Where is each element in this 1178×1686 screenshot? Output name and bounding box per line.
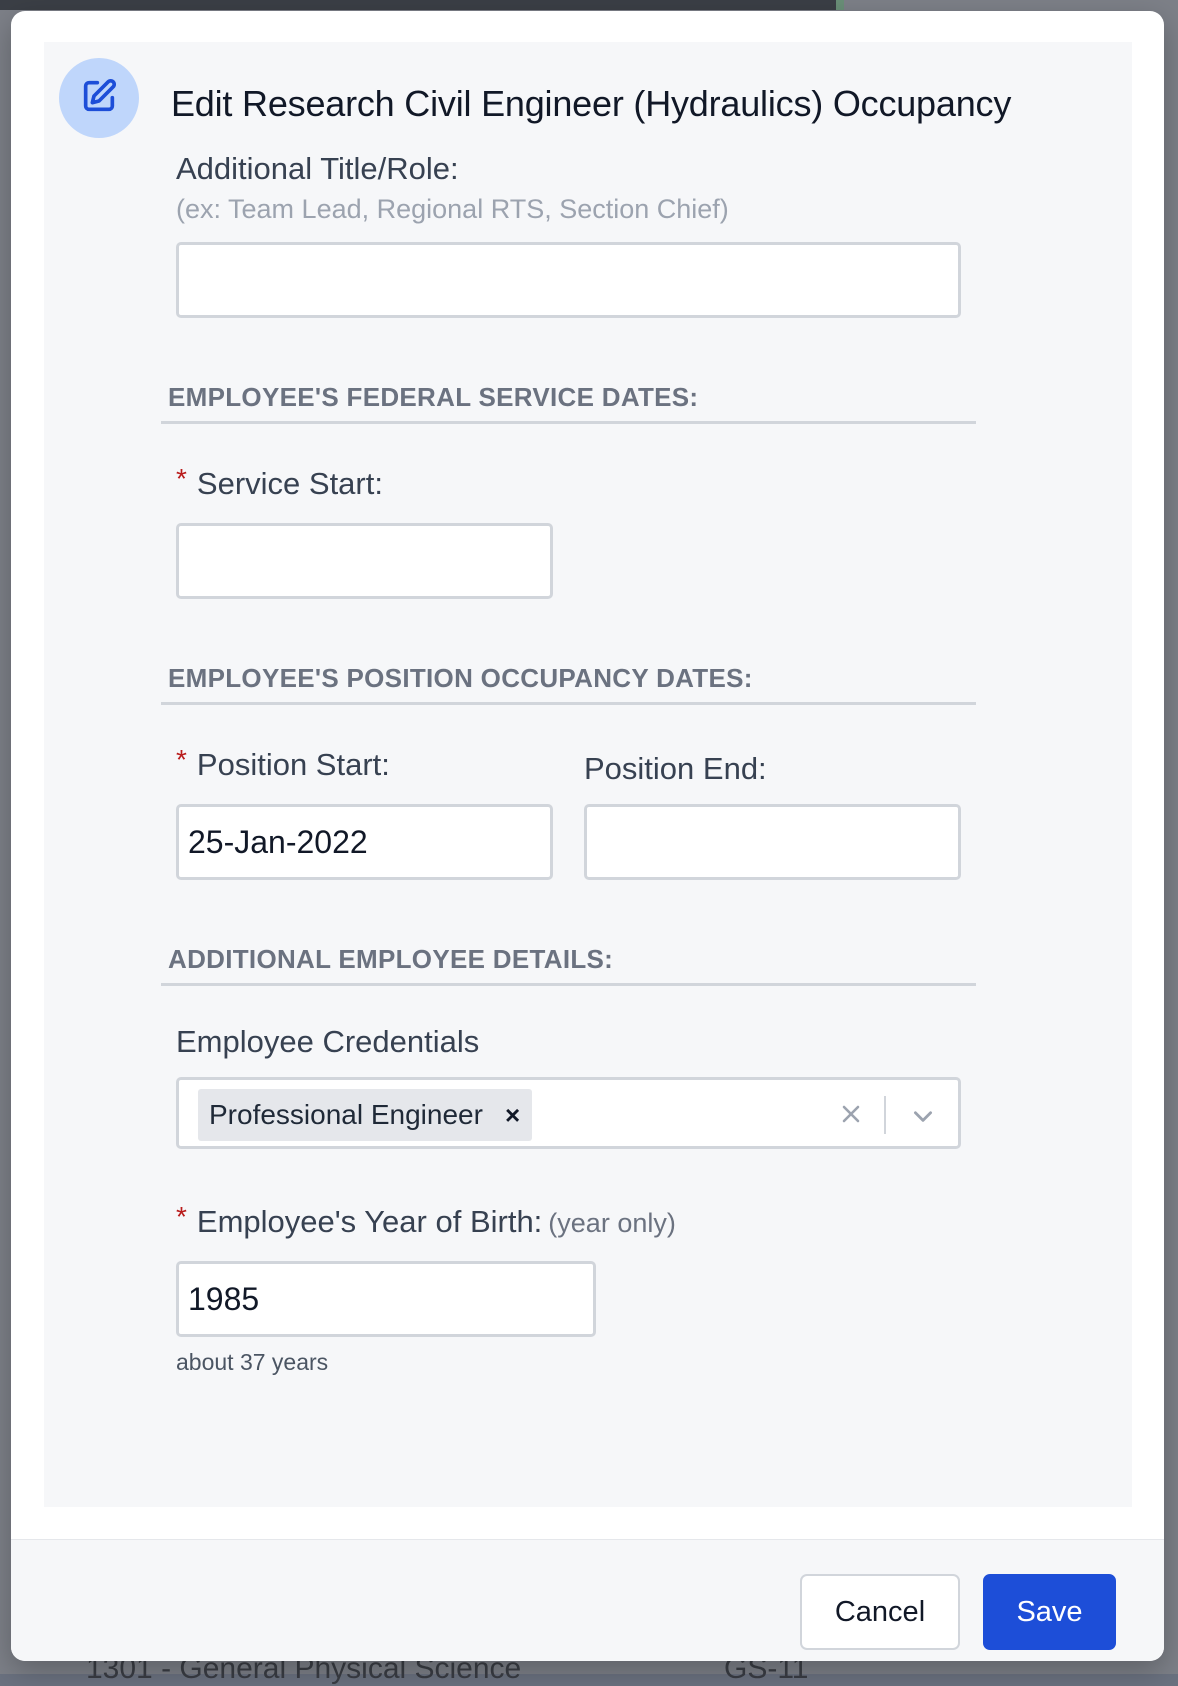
dialog-title: Edit Research Civil Engineer (Hydraulics… xyxy=(171,83,1012,124)
position-end-label: Position End: xyxy=(584,751,767,786)
cancel-button[interactable]: Cancel xyxy=(800,1574,960,1650)
credential-chip-label: Professional Engineer xyxy=(209,1099,483,1130)
federal-service-heading: EMPLOYEE'S FEDERAL SERVICE DATES: xyxy=(168,382,699,412)
chevron-down-icon[interactable] xyxy=(908,1101,938,1131)
dialog-header-icon-badge xyxy=(59,58,139,138)
credentials-multiselect[interactable]: Professional Engineer × xyxy=(176,1077,961,1149)
position-end-input[interactable] xyxy=(584,804,961,880)
additional-title-label: Additional Title/Role: xyxy=(176,151,459,186)
service-start-input[interactable] xyxy=(176,523,553,599)
position-start-label: * Position Start: xyxy=(176,744,390,783)
credential-chip: Professional Engineer × xyxy=(198,1089,533,1141)
additional-title-input[interactable] xyxy=(176,242,961,318)
edit-icon xyxy=(79,76,119,121)
required-marker: * xyxy=(176,744,187,775)
credentials-label: Employee Credentials xyxy=(176,1024,480,1059)
section-divider xyxy=(161,421,976,424)
position-occupancy-heading: EMPLOYEE'S POSITION OCCUPANCY DATES: xyxy=(168,663,753,693)
service-start-label-text: Service Start: xyxy=(196,466,383,501)
section-divider xyxy=(161,702,976,705)
clear-all-icon[interactable] xyxy=(836,1099,866,1129)
service-start-label: * Service Start: xyxy=(176,463,383,502)
required-marker: * xyxy=(176,1201,187,1232)
edit-occupancy-dialog: Edit Research Civil Engineer (Hydraulics… xyxy=(11,11,1164,1661)
year-of-birth-input[interactable]: 1985 xyxy=(176,1261,596,1337)
position-start-input[interactable]: 25-Jan-2022 xyxy=(176,804,553,880)
age-helper-text: about 37 years xyxy=(176,1349,329,1375)
year-of-birth-label-text: Employee's Year of Birth: xyxy=(196,1204,543,1239)
additional-details-heading: ADDITIONAL EMPLOYEE DETAILS: xyxy=(168,944,614,974)
year-of-birth-sublabel: (year only) xyxy=(548,1208,676,1238)
section-divider xyxy=(161,983,976,986)
dialog-footer: Cancel Save xyxy=(11,1539,1164,1661)
year-of-birth-label: * Employee's Year of Birth: (year only) xyxy=(176,1201,676,1240)
position-start-label-text: Position Start: xyxy=(196,747,390,782)
remove-chip-icon[interactable]: × xyxy=(505,1100,520,1131)
save-button[interactable]: Save xyxy=(983,1574,1116,1650)
multiselect-separator xyxy=(884,1096,886,1134)
additional-title-hint: (ex: Team Lead, Regional RTS, Section Ch… xyxy=(176,194,729,224)
background-top-bar-accent xyxy=(836,0,844,10)
background-top-bar xyxy=(0,0,836,10)
required-marker: * xyxy=(176,463,187,494)
